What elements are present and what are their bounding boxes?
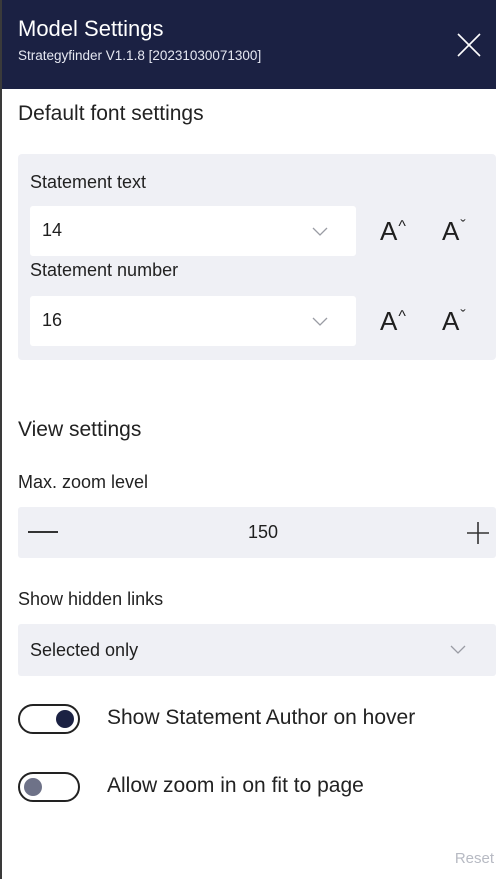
chevron-down-icon [450,645,466,654]
statement-number-value: 16 [42,310,63,330]
increase-zoom-button[interactable] [466,521,490,545]
statement-number-label: Statement number [30,260,179,280]
statement-number-select[interactable]: 16 [30,296,356,346]
chevron-down-icon [312,317,328,326]
toggle-knob [56,710,74,728]
allow-zoom-toggle[interactable] [18,772,80,802]
zoom-level-value: 150 [248,522,279,542]
hidden-links-label: Show hidden links [18,589,164,609]
decrease-font-button[interactable]: Aˇ [442,216,466,247]
allow-zoom-label: Allow zoom in on fit to page [107,774,364,797]
show-author-label: Show Statement Author on hover [107,706,416,729]
font-settings-panel: Statement text 14 A^ Aˇ Statement number… [18,154,496,360]
zoom-level-label: Max. zoom level [18,472,149,492]
toggle-knob [24,778,42,796]
hidden-links-value: Selected only [30,640,139,660]
font-settings-heading: Default font settings [18,102,204,125]
close-icon[interactable] [452,28,486,62]
hidden-links-select[interactable]: Selected only [18,624,496,676]
decrease-zoom-button[interactable] [28,531,58,533]
show-author-toggle[interactable] [18,704,80,734]
statement-text-value: 14 [42,220,63,240]
version-label: Strategyfinder V1.1.8 [20231030071300] [18,48,262,63]
decrease-number-font-button[interactable]: Aˇ [442,306,466,337]
settings-header: Model Settings Strategyfinder V1.1.8 [20… [2,0,496,89]
reset-button[interactable]: Reset [455,850,494,867]
panel-left-border [0,0,2,879]
settings-title: Model Settings [18,16,164,41]
increase-font-button[interactable]: A^ [380,216,406,247]
statement-text-select[interactable]: 14 [30,206,356,256]
view-settings-heading: View settings [18,418,142,441]
zoom-level-stepper: 150 [18,507,496,558]
increase-number-font-button[interactable]: A^ [380,306,406,337]
statement-text-label: Statement text [30,172,147,192]
chevron-down-icon [312,227,328,236]
